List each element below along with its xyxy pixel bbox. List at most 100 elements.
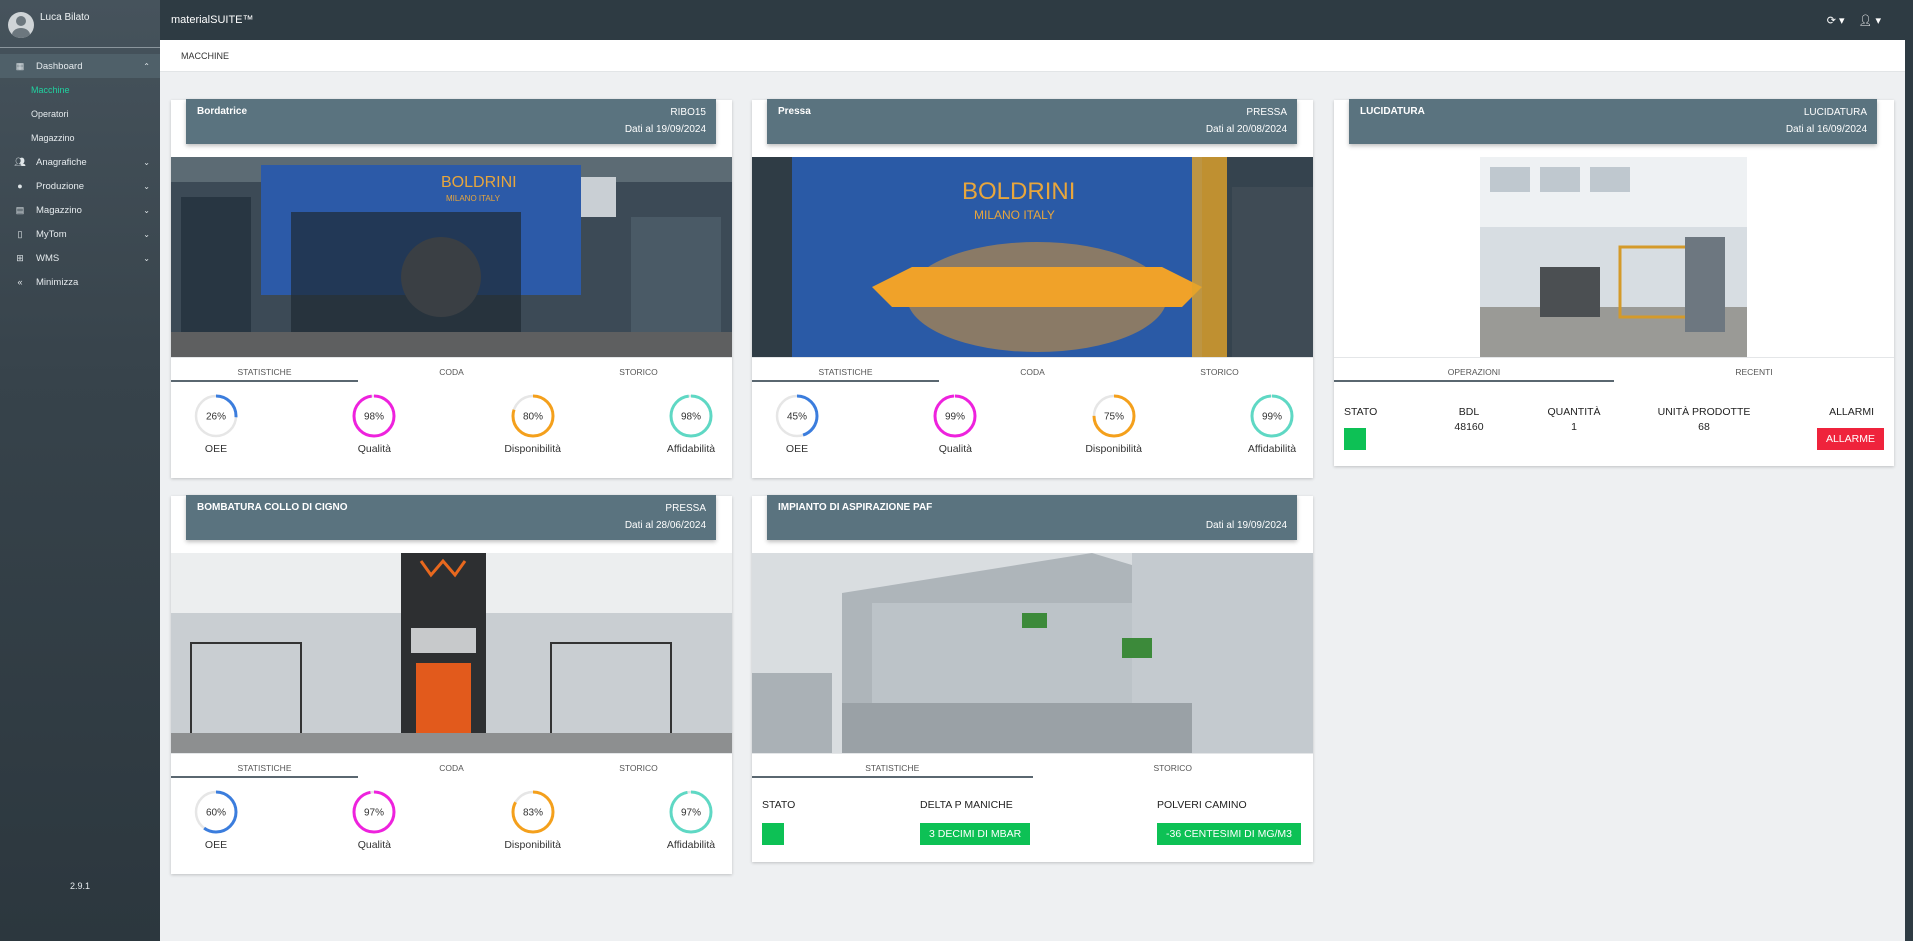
scrollbar[interactable] — [1905, 0, 1913, 941]
refresh-menu-button[interactable]: ⟳ ▾ — [1827, 14, 1845, 27]
gauge-oee: 26% OEE — [181, 392, 251, 455]
machine-image: BOLDRINI MILANO ITALY — [171, 157, 732, 357]
machine-name: Bordatrice — [197, 106, 248, 117]
card-header[interactable]: BOMBATURA COLLO DI CIGNO PRESSA Dati al … — [186, 495, 716, 540]
gauge-value: 45% — [787, 412, 807, 423]
gauge-ring: 97% — [669, 790, 713, 834]
bdl-column: BDL 48160 — [1439, 406, 1499, 433]
gauge-oee: 60% OEE — [181, 788, 251, 851]
chevron-down-icon: ⌄ — [143, 157, 150, 167]
sidebar-item-dashboard[interactable]: ▦ Dashboard ⌃ — [0, 54, 160, 78]
caret-down-icon: ▾ — [1838, 14, 1845, 27]
machine-card-pressa: Pressa PRESSA Dati al 20/08/2024 BOLDRIN… — [752, 99, 1313, 478]
card-header[interactable]: Pressa PRESSA Dati al 20/08/2024 — [767, 99, 1297, 144]
sitemap-icon: ⊞ — [16, 252, 24, 263]
bdl-value: 48160 — [1454, 421, 1484, 433]
gauge-disponibilita: 83% Disponibilità — [498, 788, 568, 851]
sidebar-item-minimizza[interactable]: « Minimizza — [0, 270, 160, 294]
dashboard-icon: ▦ — [15, 60, 25, 71]
svg-text:BOLDRINI: BOLDRINI — [441, 174, 517, 191]
gauge-value: 83% — [523, 808, 543, 819]
sidebar-item-anagrafiche[interactable]: 👥︎ Anagrafiche ⌄ — [0, 150, 160, 174]
sidebar-item-produzione[interactable]: ● Produzione ⌄ — [0, 174, 160, 198]
gauge-label: Disponibilità — [504, 443, 561, 455]
svg-text:BOLDRINI: BOLDRINI — [962, 178, 1075, 205]
machine-name: Pressa — [778, 106, 811, 117]
tab-storico[interactable]: STORICO — [545, 754, 732, 778]
tab-statistiche[interactable]: STATISTICHE — [171, 754, 358, 778]
data-date: Dati al 19/09/2024 — [1205, 520, 1287, 531]
user-block[interactable]: Luca Bilato — [0, 0, 160, 48]
sidebar-item-label: WMS — [36, 252, 60, 264]
gauge-label: OEE — [204, 839, 228, 851]
delta-column: DELTA P MANICHE 3 DECIMI DI MBAR — [920, 799, 1031, 845]
unita-value: 68 — [1698, 421, 1710, 433]
avatar — [8, 12, 34, 38]
gauge-value: 98% — [681, 412, 701, 423]
gauge-value: 26% — [206, 412, 226, 423]
gauge-ring: 26% — [194, 394, 238, 438]
gauge-qualita: 98% Qualità — [339, 392, 409, 455]
app-version: 2.9.1 — [69, 881, 91, 891]
tab-coda[interactable]: CODA — [939, 358, 1126, 382]
tab-coda[interactable]: CODA — [358, 754, 545, 778]
chevron-down-icon: ⌄ — [143, 205, 150, 215]
card-header[interactable]: LUCIDATURA LUCIDATURA Dati al 16/09/2024 — [1349, 99, 1877, 144]
card-tabs: STATISTICHE CODA STORICO — [171, 753, 732, 778]
card-header[interactable]: IMPIANTO DI ASPIRAZIONE PAF Dati al 19/0… — [767, 495, 1297, 540]
gauge-ring: 80% — [511, 394, 555, 438]
stato-indicator — [1344, 428, 1366, 450]
machine-image: BOLDRINI MILANO ITALY — [752, 157, 1313, 357]
sidebar-subitem-macchine[interactable]: Macchine — [0, 78, 160, 102]
machine-name: IMPIANTO DI ASPIRAZIONE PAF — [778, 502, 933, 513]
tab-storico[interactable]: STORICO — [545, 358, 732, 382]
sidebar-item-mytom[interactable]: ▯ MyTom ⌄ — [0, 222, 160, 246]
gauge-ring: 60% — [194, 790, 238, 834]
sidebar-item-wms[interactable]: ⊞ WMS ⌄ — [0, 246, 160, 270]
mobile-icon: ▯ — [17, 228, 23, 239]
user-menu-button[interactable]: 👤︎ ▾ — [1859, 14, 1882, 27]
chevron-down-icon: ⌄ — [143, 181, 150, 191]
tab-statistiche[interactable]: STATISTICHE — [752, 358, 939, 382]
double-chevron-left-icon: « — [17, 277, 23, 287]
gauge-value: 75% — [1104, 412, 1124, 423]
fire-icon: ● — [17, 181, 23, 191]
tab-operazioni[interactable]: OPERAZIONI — [1334, 358, 1614, 382]
tab-coda[interactable]: CODA — [358, 358, 545, 382]
machine-name: LUCIDATURA — [1360, 106, 1425, 117]
gauge-label: Disponibilità — [1085, 443, 1142, 455]
gauge-value: 80% — [523, 412, 543, 423]
app-title: materialSUITE™ — [171, 14, 254, 26]
stato-indicator — [762, 823, 784, 845]
unita-column: UNITÀ PRODOTTE 68 — [1649, 406, 1759, 433]
tab-statistiche[interactable]: STATISTICHE — [752, 754, 1033, 778]
sidebar-item-label: Dashboard — [36, 60, 83, 72]
gauge-value: 99% — [1262, 412, 1282, 423]
gauge-ring: 45% — [775, 394, 819, 438]
machine-code: PRESSA — [665, 503, 706, 514]
gauge-affidabilita: 99% Affidabilità — [1237, 392, 1307, 455]
unita-label: UNITÀ PRODOTTE — [1657, 406, 1751, 418]
machine-image — [1480, 157, 1747, 357]
gauge-value: 60% — [206, 808, 226, 819]
sidebar-subitem-magazzino[interactable]: Magazzino — [0, 126, 160, 150]
machine-card-bordatrice: Bordatrice RIBO15 Dati al 19/09/2024 BOL… — [171, 99, 732, 478]
gauge-qualita: 99% Qualità — [920, 392, 990, 455]
sidebar-item-magazzino[interactable]: ▤ Magazzino ⌄ — [0, 198, 160, 222]
polveri-value-badge: -36 CENTESIMI DI MG/M3 — [1157, 823, 1302, 845]
machine-code: PRESSA — [1246, 107, 1287, 118]
data-date: Dati al 16/09/2024 — [1785, 124, 1867, 135]
card-tabs: STATISTICHE CODA STORICO — [752, 357, 1313, 382]
machine-code: RIBO15 — [670, 107, 706, 118]
tab-storico[interactable]: STORICO — [1033, 754, 1314, 778]
card-header[interactable]: Bordatrice RIBO15 Dati al 19/09/2024 — [186, 99, 716, 144]
tab-storico[interactable]: STORICO — [1126, 358, 1313, 382]
data-date: Dati al 28/06/2024 — [624, 520, 706, 531]
sidebar-subitem-operatori[interactable]: Operatori — [0, 102, 160, 126]
allarme-button[interactable]: ALLARME — [1816, 428, 1884, 450]
tab-statistiche[interactable]: STATISTICHE — [171, 358, 358, 382]
delta-label: DELTA P MANICHE — [920, 799, 1013, 811]
tab-recenti[interactable]: RECENTI — [1614, 358, 1894, 382]
gauge-ring: 99% — [933, 394, 977, 438]
delta-value-badge: 3 DECIMI DI MBAR — [920, 823, 1031, 845]
